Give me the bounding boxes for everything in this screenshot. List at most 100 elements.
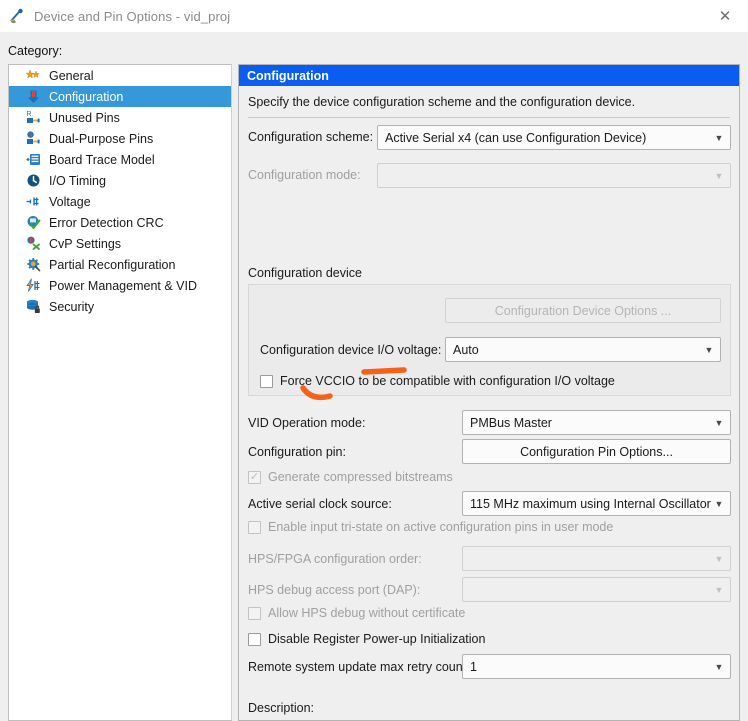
- category-label: Category:: [8, 44, 63, 58]
- svg-text:R: R: [27, 111, 32, 118]
- remote-retry-value: 1: [470, 659, 477, 674]
- sidebar-item-label: CvP Settings: [49, 236, 122, 251]
- config-scheme-select[interactable]: Active Serial x4 (can use Configuration …: [377, 125, 731, 150]
- sidebar-item-dual-purpose-pins[interactable]: Dual-Purpose Pins: [9, 128, 231, 149]
- active-serial-clock-label-row: Active serial clock source:: [248, 497, 392, 511]
- panel-subtitle: Specify the device configuration scheme …: [248, 95, 636, 109]
- chevron-down-icon: ▼: [714, 132, 724, 143]
- io-voltage-label-row: Configuration device I/O voltage:: [260, 343, 441, 357]
- vid-operation-mode-value: PMBus Master: [470, 415, 552, 430]
- chevron-down-icon: ▼: [704, 344, 714, 355]
- panel-title: Configuration: [239, 65, 739, 86]
- config-mode-label: Configuration mode:: [248, 168, 361, 182]
- remote-retry-label-row: Remote system update max retry count: [248, 660, 466, 674]
- category-tree[interactable]: General Configuration R Unused Pins Dual…: [8, 64, 232, 721]
- config-scheme-value: Active Serial x4 (can use Configuration …: [385, 130, 647, 145]
- active-serial-clock-label: Active serial clock source:: [248, 497, 392, 511]
- sidebar-item-label: Power Management & VID: [49, 278, 197, 293]
- vid-operation-mode-label-row: VID Operation mode:: [248, 416, 365, 430]
- sidebar-item-partial-reconfiguration[interactable]: Partial Reconfiguration: [9, 254, 231, 275]
- sidebar-item-label: General: [49, 68, 94, 83]
- vid-operation-mode-label: VID Operation mode:: [248, 416, 366, 430]
- config-mode-label-row: Configuration mode:: [248, 168, 361, 182]
- configuration-pin-options-label: Configuration Pin Options...: [520, 444, 673, 459]
- resistor-pin-icon: R: [25, 109, 42, 126]
- sidebar-item-configuration[interactable]: Configuration: [9, 86, 231, 107]
- vid-operation-mode-select[interactable]: PMBus Master ▼: [462, 410, 731, 435]
- download-arrow-icon: [25, 88, 42, 105]
- enable-tristate-label: Enable input tri-state on active configu…: [268, 520, 614, 534]
- config-scheme-label: Configuration scheme:: [248, 130, 374, 144]
- window-title: Device and Pin Options - vid_proj: [34, 8, 231, 24]
- configuration-panel: Configuration Specify the device configu…: [238, 64, 740, 721]
- sidebar-item-power-management-vid[interactable]: Power Management & VID: [9, 275, 231, 296]
- enable-tristate-checkbox-row: Enable input tri-state on active configu…: [248, 520, 613, 534]
- sidebar-item-board-trace-model[interactable]: Board Trace Model: [9, 149, 231, 170]
- crc-check-icon: [25, 214, 42, 231]
- force-vccio-checkbox-row[interactable]: Force VCCIO to be compatible with config…: [260, 374, 615, 388]
- chevron-down-icon: ▼: [714, 170, 724, 181]
- database-lock-icon: [25, 298, 42, 315]
- dual-pin-icon: [25, 130, 42, 147]
- sidebar-item-voltage[interactable]: Voltage: [9, 191, 231, 212]
- chevron-down-icon: ▼: [714, 661, 724, 672]
- active-serial-clock-value: 115 MHz maximum using Internal Oscillato…: [470, 496, 711, 511]
- sidebar-item-label: I/O Timing: [49, 173, 106, 188]
- allow-hps-debug-checkbox-row: Allow HPS debug without certificate: [248, 606, 465, 620]
- sidebar-item-label: Voltage: [49, 194, 91, 209]
- chevron-down-icon: ▼: [714, 498, 724, 509]
- force-vccio-checkbox[interactable]: [260, 374, 273, 388]
- remote-retry-label: Remote system update max retry count: [248, 660, 467, 674]
- stars-icon: [25, 67, 42, 84]
- sidebar-item-label: Configuration: [49, 89, 124, 104]
- sidebar-item-unused-pins[interactable]: R Unused Pins: [9, 107, 231, 128]
- hps-fpga-order-label-row: HPS/FPGA configuration order:: [248, 552, 422, 566]
- sidebar-item-label: Security: [49, 299, 95, 314]
- sidebar-item-label: Unused Pins: [49, 110, 120, 125]
- configuration-pin-label-row: Configuration pin:: [248, 445, 346, 459]
- cvp-icon: [25, 235, 42, 252]
- disable-register-powerup-checkbox[interactable]: [248, 632, 261, 646]
- hps-dap-label-row: HPS debug access port (DAP):: [248, 583, 420, 597]
- sidebar-item-cvp-settings[interactable]: CvP Settings: [9, 233, 231, 254]
- generate-compressed-checkbox: ✓: [248, 470, 261, 484]
- sidebar-item-error-detection-crc[interactable]: Error Detection CRC: [9, 212, 231, 233]
- sidebar-item-label: Board Trace Model: [49, 152, 155, 167]
- close-icon[interactable]: ✕: [702, 0, 748, 32]
- board-trace-icon: [25, 151, 42, 168]
- title-bar: Device and Pin Options - vid_proj ✕: [0, 0, 748, 32]
- sidebar-item-label: Partial Reconfiguration: [49, 257, 176, 272]
- configuration-device-options-label: Configuration Device Options ...: [494, 303, 672, 318]
- sidebar-item-label: Dual-Purpose Pins: [49, 131, 154, 146]
- disable-register-powerup-checkbox-row[interactable]: Disable Register Power-up Initialization: [248, 632, 485, 646]
- disable-register-powerup-label: Disable Register Power-up Initialization: [268, 632, 486, 646]
- active-serial-clock-select[interactable]: 115 MHz maximum using Internal Oscillato…: [462, 491, 731, 516]
- clock-icon: [25, 172, 42, 189]
- chevron-down-icon: ▼: [714, 584, 724, 595]
- config-device-group-title: Configuration device: [248, 266, 362, 280]
- workspace: Category: General Configuration R Unused…: [0, 32, 748, 721]
- sidebar-item-general[interactable]: General: [9, 65, 231, 86]
- sidebar-item-io-timing[interactable]: I/O Timing: [9, 170, 231, 191]
- io-voltage-select[interactable]: Auto ▼: [445, 337, 721, 362]
- configuration-pin-options-button[interactable]: Configuration Pin Options...: [462, 439, 731, 464]
- device-pin-options-icon: [9, 8, 25, 24]
- hps-dap-select: ▼: [462, 577, 731, 602]
- configuration-pin-label: Configuration pin:: [248, 445, 346, 459]
- hps-fpga-order-select: ▼: [462, 546, 731, 571]
- enable-tristate-checkbox: [248, 520, 261, 534]
- gear-wrench-icon: [25, 256, 42, 273]
- generate-compressed-label: Generate compressed bitstreams: [268, 470, 453, 484]
- sidebar-item-security[interactable]: Security: [9, 296, 231, 317]
- header-divider: [248, 117, 730, 118]
- chevron-down-icon: ▼: [714, 417, 724, 428]
- power-bolt-icon: [25, 277, 42, 294]
- allow-hps-debug-checkbox: [248, 606, 261, 620]
- allow-hps-debug-label: Allow HPS debug without certificate: [268, 606, 466, 620]
- hps-fpga-order-label: HPS/FPGA configuration order:: [248, 552, 422, 566]
- hps-dap-label: HPS debug access port (DAP):: [248, 583, 421, 597]
- config-scheme-label-row: Configuration scheme:: [248, 130, 373, 144]
- remote-retry-select[interactable]: 1 ▼: [462, 654, 731, 679]
- generate-compressed-checkbox-row: ✓ Generate compressed bitstreams: [248, 470, 453, 484]
- chevron-down-icon: ▼: [714, 553, 724, 564]
